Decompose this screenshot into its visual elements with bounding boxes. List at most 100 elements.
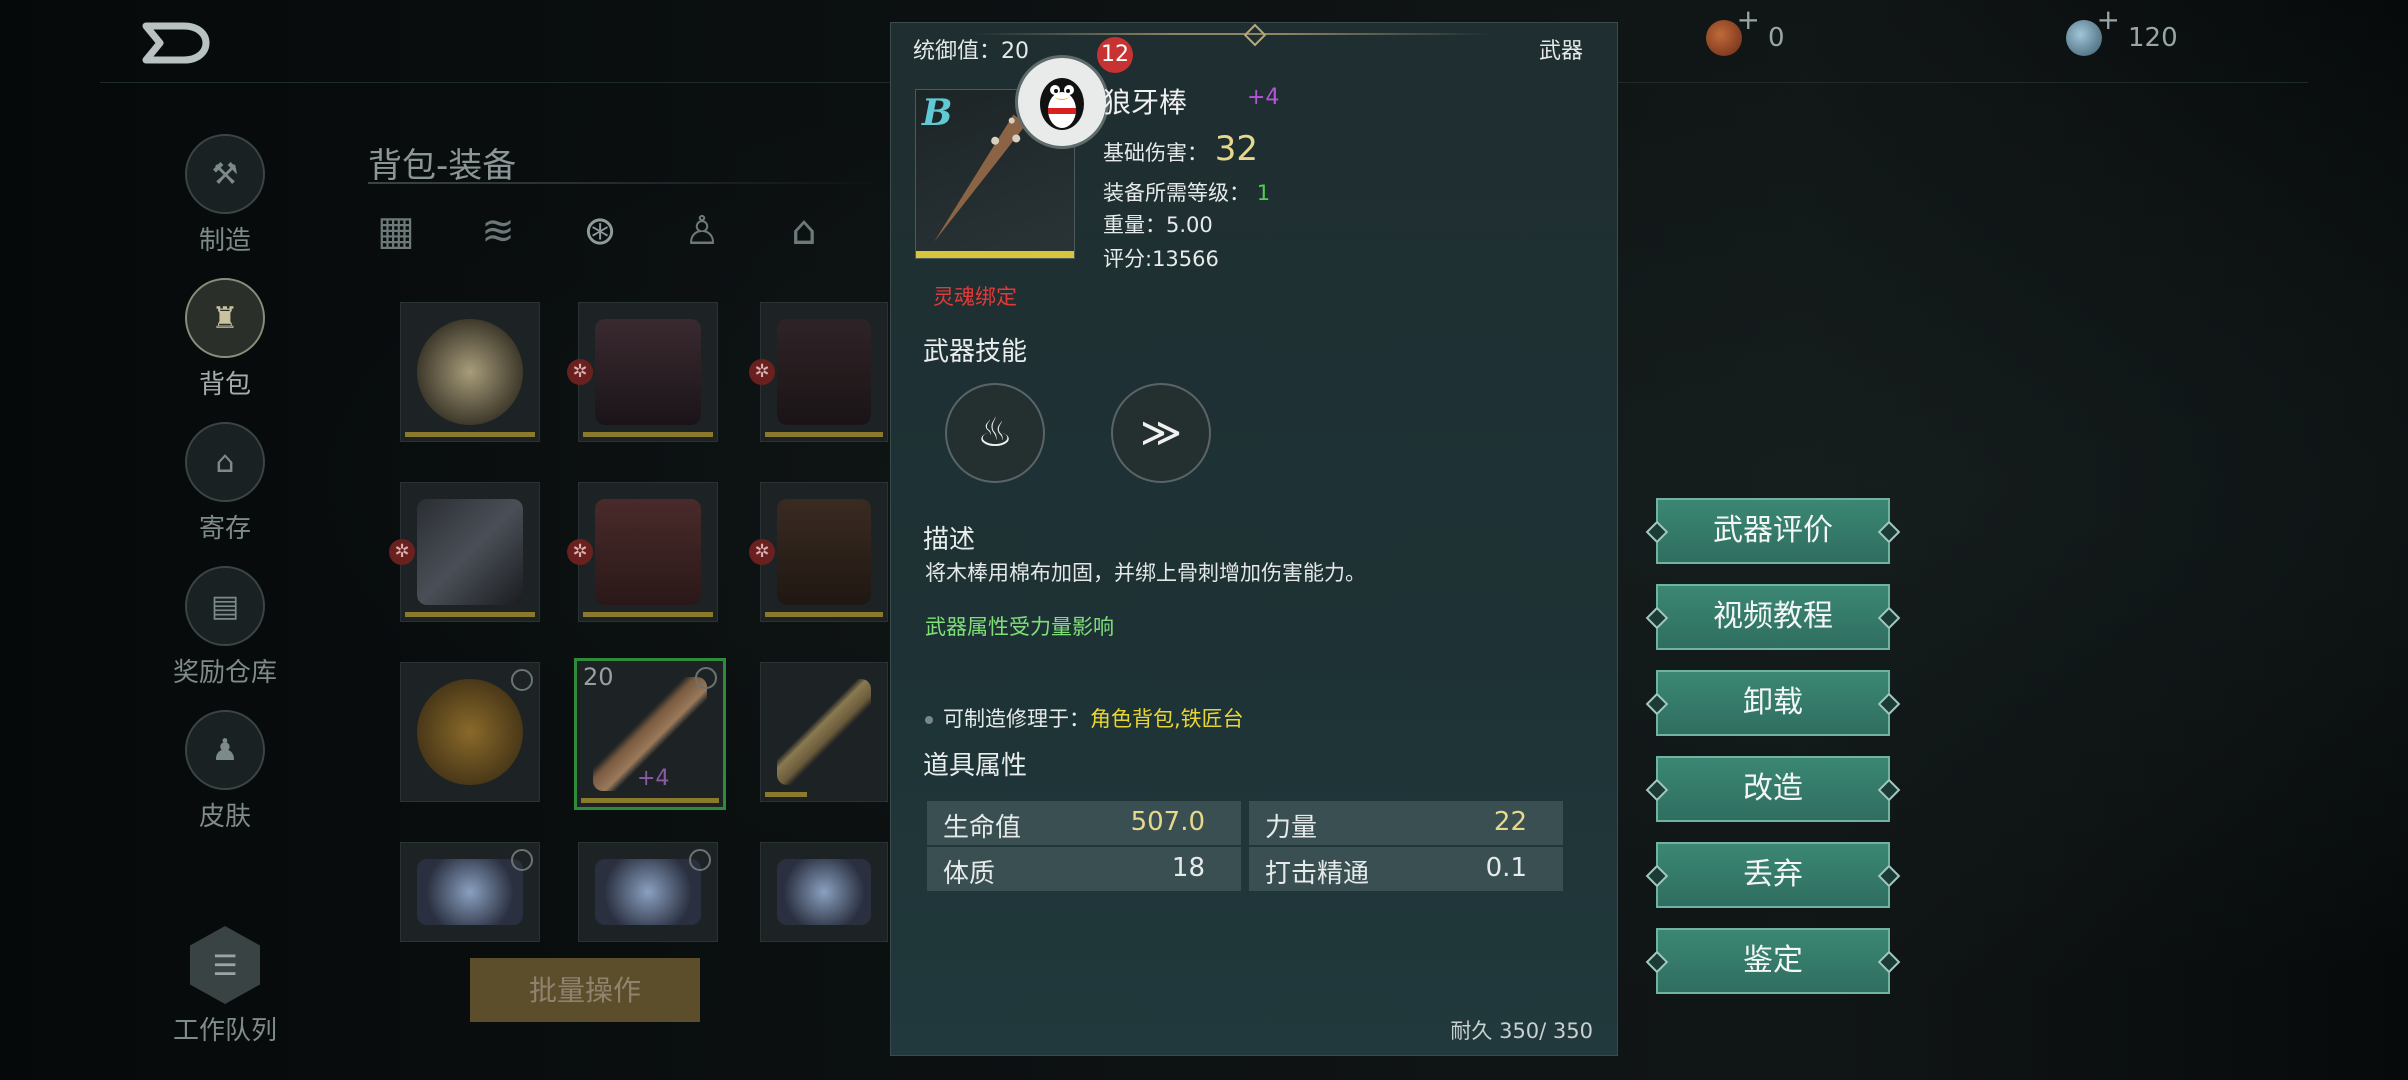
notification-badge: 12 <box>1097 37 1133 73</box>
identify-button[interactable]: 鉴定 <box>1645 928 1901 994</box>
work-queue-icon: ☰ <box>190 926 260 1004</box>
boots-icon <box>777 319 871 425</box>
craft-repair-row: 可制造修理于：角色背包,铁匠台 <box>925 703 1244 733</box>
soulbind-label: 灵魂绑定 <box>933 285 1017 309</box>
nav-item-storage[interactable]: ⌂ 寄存 <box>160 422 290 545</box>
video-tutorial-button[interactable]: 视频教程 <box>1645 584 1901 650</box>
category-tabs: ▦ ≋ ⊛ ♙ ⌂ <box>368 196 832 266</box>
durability-bar <box>765 432 883 437</box>
inventory-slot[interactable] <box>400 662 540 802</box>
nav-label: 背包 <box>198 370 251 400</box>
durability-bar <box>765 792 807 797</box>
stack-count: 20 <box>583 663 614 691</box>
inventory-slot[interactable]: ✲ <box>749 302 888 442</box>
currency-1-value: 0 <box>1768 23 1785 53</box>
all-category-icon[interactable]: ▦ <box>368 203 424 259</box>
craft-locations: 角色背包,铁匠台 <box>1090 707 1244 731</box>
inventory-slot[interactable]: ✲ <box>567 302 718 442</box>
back-icon[interactable] <box>140 18 210 68</box>
base-damage-value: 32 <box>1214 129 1258 169</box>
attribute-row: 打击精通 0.1 <box>1249 847 1563 891</box>
link-icon <box>511 849 533 871</box>
equipment-category-icon[interactable]: ⊛ <box>572 203 628 259</box>
batch-operation-button[interactable]: 批量操作 <box>470 958 700 1022</box>
inventory-slot[interactable] <box>760 662 888 802</box>
penguin-icon <box>1040 78 1084 130</box>
inventory-slot[interactable] <box>760 842 888 942</box>
nav-item-work-queue[interactable]: ☰ 工作队列 <box>160 926 290 1047</box>
gear-mark-icon: ✲ <box>749 539 775 565</box>
attribute-name: 生命值 <box>943 813 1022 843</box>
shield-item-icon <box>417 319 523 425</box>
inventory-slot[interactable] <box>400 842 540 942</box>
nav-label: 皮肤 <box>198 802 251 832</box>
nav-item-reward-warehouse[interactable]: ▤ 奖励仓库 <box>160 566 290 689</box>
item-tooltip-panel: 统御值：20 武器 B 12 狼牙棒 +4 基础伤害： 32 装备所需等级： 1… <box>890 22 1618 1056</box>
action-label: 改造 <box>1743 771 1803 806</box>
bullet-icon <box>925 716 933 724</box>
inventory-slot-selected[interactable]: 20 +4 <box>574 658 726 810</box>
unequip-button[interactable]: 卸载 <box>1645 670 1901 736</box>
wooden-shield-icon <box>417 679 523 785</box>
gear-mark-icon: ✲ <box>567 359 593 385</box>
discard-button[interactable]: 丢弃 <box>1645 842 1901 908</box>
slash-skill-icon[interactable]: ≫ <box>1111 383 1211 483</box>
grade-label: B <box>922 92 953 134</box>
inventory-slot[interactable] <box>400 302 540 442</box>
weapon-review-button[interactable]: 武器评价 <box>1645 498 1901 564</box>
attribute-name: 打击精通 <box>1265 859 1370 889</box>
attribute-row: 生命值 507.0 <box>927 801 1241 845</box>
hammer-icon <box>777 679 871 785</box>
attribute-row: 力量 22 <box>1249 801 1563 845</box>
attribute-value: 22 <box>1493 807 1527 837</box>
action-label: 卸载 <box>1743 685 1803 720</box>
properties-heading: 道具属性 <box>923 751 1028 781</box>
add-currency-2-icon[interactable]: + <box>2097 6 2120 34</box>
materials-category-icon[interactable]: ≋ <box>470 203 526 259</box>
durability-bar <box>405 612 535 617</box>
greaves-icon <box>777 499 871 605</box>
craft-label: 可制造修理于： <box>943 707 1090 731</box>
inventory-slot[interactable] <box>578 842 718 942</box>
description-heading: 描述 <box>923 525 976 555</box>
work-queue-label: 工作队列 <box>172 1016 277 1046</box>
command-value: 统御值：20 <box>913 39 1029 64</box>
item-enhance-level: +4 <box>1247 85 1280 110</box>
link-icon <box>511 669 533 691</box>
nav-item-skin[interactable]: ♟ 皮肤 <box>160 710 290 833</box>
durability-bar <box>581 798 719 803</box>
add-currency-1-icon[interactable]: + <box>1737 6 1760 34</box>
modify-button[interactable]: 改造 <box>1645 756 1901 822</box>
link-icon <box>695 667 717 689</box>
avatar[interactable] <box>1015 55 1109 149</box>
action-label: 视频教程 <box>1713 599 1833 634</box>
score: 评分:13566 <box>1103 247 1219 271</box>
currency-1: + 0 <box>1706 6 1785 56</box>
inventory-title: 背包-装备 <box>368 146 517 186</box>
consumables-category-icon[interactable]: ♙ <box>674 203 730 259</box>
base-damage-label: 基础伤害： <box>1103 141 1208 165</box>
durability-bar <box>765 612 883 617</box>
durability-bar <box>583 612 713 617</box>
attribute-row: 体质 18 <box>927 847 1241 891</box>
inventory-slot[interactable]: ✲ <box>567 482 718 622</box>
decorative-line <box>971 33 1491 35</box>
building-category-icon[interactable]: ⌂ <box>776 203 832 259</box>
nav-item-backpack[interactable]: ♜ 背包 <box>160 278 290 401</box>
inventory-slot[interactable]: ✲ <box>749 482 888 622</box>
level-requirement-value: 1 <box>1256 181 1271 205</box>
gear-mark-icon: ✲ <box>749 359 775 385</box>
gear-mark-icon: ✲ <box>389 539 415 565</box>
fire-skill-icon[interactable]: ♨ <box>945 383 1045 483</box>
ore-icon <box>777 859 871 925</box>
storage-icon: ⌂ <box>185 422 265 502</box>
title-divider <box>368 182 888 184</box>
nav-item-crafting[interactable]: ⚒ 制造 <box>160 134 290 257</box>
backpack-icon: ♜ <box>185 278 265 358</box>
attribute-value: 18 <box>1171 853 1205 883</box>
attribute-name: 力量 <box>1265 813 1318 843</box>
ore-icon <box>417 859 523 925</box>
durability-bar <box>583 432 713 437</box>
action-label: 鉴定 <box>1743 943 1803 978</box>
inventory-slot[interactable]: ✲ <box>389 482 540 622</box>
